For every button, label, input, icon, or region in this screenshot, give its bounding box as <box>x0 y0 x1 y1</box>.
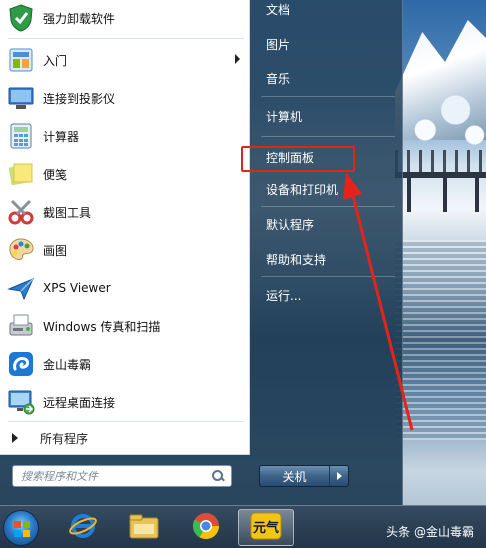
app-label: 计算器 <box>43 129 80 144</box>
svg-text:元气: 元气 <box>253 520 279 536</box>
ie-icon <box>68 511 98 544</box>
search-icon[interactable] <box>211 469 225 483</box>
app-label: 强力卸载软件 <box>43 11 116 26</box>
fax-scanner-icon <box>6 311 36 341</box>
uninstaller-shield-icon <box>6 3 36 33</box>
kingsoft-antivirus-icon <box>6 349 36 379</box>
place-run[interactable]: 运行... <box>257 280 397 310</box>
windows-orb-icon <box>3 509 39 546</box>
app-item-calculator[interactable]: 计算器 <box>0 118 250 154</box>
place-label: 帮助和支持 <box>266 252 327 267</box>
projector-icon <box>6 83 36 113</box>
taskbar-ie[interactable] <box>55 509 111 546</box>
start-search-box[interactable] <box>12 465 232 487</box>
shutdown-options-arrow-icon[interactable] <box>330 466 348 486</box>
app-item-xps-viewer[interactable]: XPS Viewer <box>0 270 250 306</box>
xps-viewer-icon <box>6 273 36 303</box>
app-label: XPS Viewer <box>43 281 111 295</box>
app-label: 画图 <box>43 243 68 258</box>
all-programs-button[interactable]: 所有程序 <box>0 424 250 452</box>
place-default-programs[interactable]: 默认程序 <box>257 209 397 239</box>
places-divider <box>261 276 395 277</box>
place-label: 设备和打印机 <box>266 182 339 197</box>
kingsoft-taskbar-icon: 元气 <box>250 512 282 543</box>
wallpaper-reflection <box>395 240 486 440</box>
place-devices-printers[interactable]: 设备和打印机 <box>257 174 397 204</box>
place-label: 文档 <box>266 2 291 17</box>
start-button[interactable] <box>0 509 42 546</box>
watermark-text: 头条 @金山毒霸 <box>386 525 474 539</box>
place-computer[interactable]: 计算机 <box>257 101 397 131</box>
place-label: 图片 <box>266 37 291 52</box>
expand-arrow-icon <box>12 433 18 443</box>
scissors-icon <box>6 197 36 227</box>
places-divider <box>261 96 395 97</box>
start-menu-places-pane: 文档 图片 音乐 计算机 控制面板 设备和打印机 默认程序 帮助和支持 运行..… <box>251 0 403 505</box>
app-item-paint[interactable]: 画图 <box>0 232 250 268</box>
file-explorer-icon <box>128 512 160 543</box>
all-programs-divider <box>8 421 244 422</box>
place-label: 音乐 <box>266 71 291 86</box>
places-divider <box>261 206 395 207</box>
getting-started-icon <box>6 45 36 75</box>
wallpaper-bridge <box>395 150 486 212</box>
search-input[interactable] <box>21 467 211 485</box>
place-help-support[interactable]: 帮助和支持 <box>257 244 397 274</box>
sticky-notes-icon <box>6 159 36 189</box>
all-programs-label: 所有程序 <box>40 431 89 446</box>
chrome-icon <box>191 511 221 544</box>
submenu-arrow-icon <box>235 54 240 64</box>
shutdown-button[interactable]: 关机 <box>260 466 330 486</box>
place-label: 默认程序 <box>266 217 315 232</box>
control-panel-highlight-box <box>241 146 355 172</box>
remote-desktop-icon <box>6 387 36 417</box>
app-label: Windows 传真和扫描 <box>43 319 161 334</box>
app-item-remote-desktop[interactable]: 远程桌面连接 <box>0 384 250 420</box>
place-documents[interactable]: 文档 <box>257 0 397 24</box>
taskbar: 元气 头条 @金山毒霸 <box>0 505 486 548</box>
app-label: 远程桌面连接 <box>43 395 116 410</box>
app-label: 截图工具 <box>43 205 92 220</box>
calculator-icon <box>6 121 36 151</box>
paint-palette-icon <box>6 235 36 265</box>
app-item-uninstaller[interactable]: 强力卸载软件 <box>0 0 250 36</box>
app-item-kingsoft[interactable]: 金山毒霸 <box>0 346 250 382</box>
wallpaper-trees <box>410 60 486 160</box>
app-label: 金山毒霸 <box>43 357 92 372</box>
taskbar-kingsoft[interactable]: 元气 <box>238 509 294 546</box>
app-item-sticky-notes[interactable]: 便笺 <box>0 156 250 192</box>
app-label: 便笺 <box>43 167 68 182</box>
place-pictures[interactable]: 图片 <box>257 29 397 59</box>
place-label: 运行... <box>266 288 302 303</box>
start-menu: 强力卸载软件 入门 连接到投影仪 计算器 便笺 截图工具 画图 XPS View… <box>0 0 403 505</box>
pinned-divider <box>8 38 244 39</box>
app-item-snipping-tool[interactable]: 截图工具 <box>0 194 250 230</box>
taskbar-explorer[interactable] <box>116 509 172 546</box>
app-item-getting-started[interactable]: 入门 <box>0 42 250 78</box>
start-menu-programs-pane: 强力卸载软件 入门 连接到投影仪 计算器 便笺 截图工具 画图 XPS View… <box>0 0 250 455</box>
shutdown-button-group: 关机 <box>259 465 349 487</box>
taskbar-chrome[interactable] <box>178 509 234 546</box>
place-label: 计算机 <box>266 109 303 124</box>
app-item-fax-scan[interactable]: Windows 传真和扫描 <box>0 308 250 344</box>
place-music[interactable]: 音乐 <box>257 63 397 93</box>
app-item-projector[interactable]: 连接到投影仪 <box>0 80 250 116</box>
places-divider <box>261 136 395 137</box>
app-label: 连接到投影仪 <box>43 91 116 106</box>
app-label: 入门 <box>43 53 68 68</box>
